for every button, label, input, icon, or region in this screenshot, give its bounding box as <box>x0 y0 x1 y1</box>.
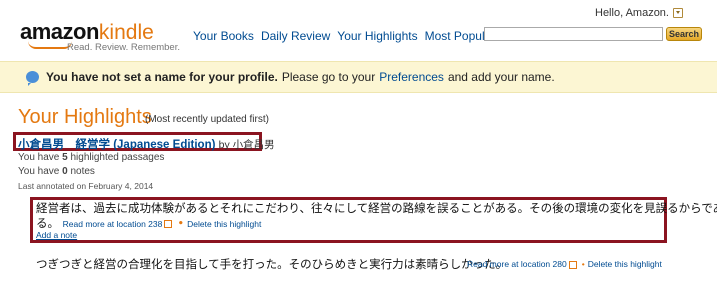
preferences-link[interactable]: Preferences <box>379 70 444 84</box>
greeting-text[interactable]: Hello, Amazon. <box>595 7 669 19</box>
book-heading: 小倉昌男 経営学 (Japanese Edition) by 小倉昌男 <box>18 136 275 152</box>
notice-bold-text: You have not set a name for your profile… <box>46 70 278 84</box>
highlights-count: You have 5 highlighted passages <box>18 152 164 163</box>
smile-icon <box>28 41 72 49</box>
page-title: Your Highlights <box>18 106 152 128</box>
logo-tagline: Read. Review. Remember. <box>67 42 180 53</box>
book-title-link[interactable]: 小倉昌男 経営学 (Japanese Edition) <box>18 139 215 151</box>
highlight-meta: Read more at location 280 • Delete this hi… <box>467 259 662 269</box>
nav-your-books[interactable]: Your Books <box>193 29 254 43</box>
stat-label: You have <box>18 152 60 163</box>
notes-count: You have 0 notes <box>18 166 95 177</box>
search-button[interactable]: Search <box>666 27 702 41</box>
page-subtitle: (Most recently updated first) <box>145 114 269 125</box>
highlight-text-cont: る。 Read more at location 238 • Delete this… <box>36 215 261 231</box>
stat-label: You have <box>18 166 60 177</box>
delete-highlight-link[interactable]: Delete this highlight <box>187 219 261 229</box>
profile-notice: You have not set a name for your profile… <box>0 61 717 93</box>
highlight-text-line2: る。 <box>36 216 59 230</box>
external-link-icon[interactable] <box>164 220 173 228</box>
account-greeting[interactable]: Hello, Amazon. <box>595 7 683 19</box>
kindle-logo[interactable]: amazonkindle Read. Review. Remember. <box>20 19 180 53</box>
read-more-link[interactable]: Read more at location 238 <box>63 219 163 229</box>
speech-bubble-icon <box>26 71 39 86</box>
book-author: by 小倉昌男 <box>218 139 275 151</box>
highlight-text: 経営者は、過去に成功体験があるとそれにこだわり、往々にして経営の路線を誤ることが… <box>36 201 717 215</box>
read-more-link[interactable]: Read more at location 280 <box>467 259 567 269</box>
stat-label: highlighted passages <box>70 152 165 163</box>
stat-value: 0 <box>62 166 68 177</box>
external-link-icon[interactable] <box>568 260 577 269</box>
add-note-link[interactable]: Add a note <box>36 230 77 240</box>
notice-text: Please go to your <box>281 70 376 84</box>
logo-product: kindle <box>98 21 154 44</box>
main-nav: Your Books Daily Review Your Highlights … <box>193 29 495 43</box>
stat-value: 5 <box>62 152 68 163</box>
delete-highlight-link[interactable]: Delete this highlight <box>588 259 662 269</box>
bullet-icon: • <box>581 259 585 269</box>
bullet-icon: • <box>177 216 185 230</box>
last-annotated: Last annotated on February 4, 2014 <box>18 181 154 191</box>
search-input[interactable] <box>484 27 663 41</box>
notice-text-end: and add your name. <box>447 70 555 84</box>
nav-your-highlights[interactable]: Your Highlights <box>337 29 417 43</box>
stat-label: notes <box>70 166 95 177</box>
nav-daily-review[interactable]: Daily Review <box>261 29 330 43</box>
chevron-down-icon[interactable] <box>672 8 683 18</box>
highlight-text: つぎつぎと経営の合理化を目指して手を打った。そのひらめきと実行力は素晴らしかった… <box>36 257 508 271</box>
